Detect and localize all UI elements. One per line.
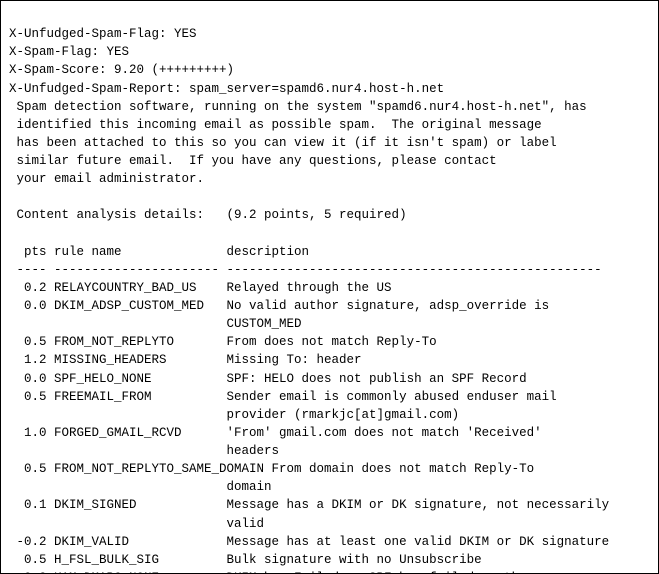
rule-row-cont: valid [9, 517, 264, 531]
rule-row: 0.5 FROM_NOT_REPLYTO_SAME_DOMAIN From do… [9, 462, 534, 476]
rule-row-cont: CUSTOM_MED [9, 317, 302, 331]
rule-row: -0.2 DKIM_VALID Message has at least one… [9, 535, 609, 549]
report-body-line: similar future email. If you have any qu… [9, 154, 497, 168]
rule-row: 0.5 FROM_NOT_REPLYTO From does not match… [9, 335, 437, 349]
header-spam-score: X-Spam-Score: 9.20 (+++++++++) [9, 63, 234, 77]
rule-row: 0.2 RELAYCOUNTRY_BAD_US Relayed through … [9, 281, 392, 295]
rule-row: 0.5 FREEMAIL_FROM Sender email is common… [9, 390, 557, 404]
column-header: pts rule name description [9, 245, 309, 259]
header-unfudged-spam-flag: X-Unfudged-Spam-Flag: YES [9, 27, 197, 41]
report-body-line: identified this incoming email as possib… [9, 118, 542, 132]
rule-row: 0.0 SPF_HELO_NONE SPF: HELO does not pub… [9, 372, 527, 386]
rule-row: 0.1 DKIM_SIGNED Message has a DKIM or DK… [9, 498, 609, 512]
email-headers-page: X-Unfudged-Spam-Flag: YES X-Spam-Flag: Y… [0, 0, 659, 574]
column-rule: ---- ---------------------- ------------… [9, 263, 602, 277]
header-spam-flag: X-Spam-Flag: YES [9, 45, 129, 59]
report-body-line: your email administrator. [9, 172, 204, 186]
analysis-header: Content analysis details: (9.2 points, 5… [9, 208, 407, 222]
rule-row-cont: provider (rmarkjc[at]gmail.com) [9, 408, 459, 422]
rule-row-cont: domain [9, 480, 272, 494]
rule-row: 0.5 H_FSL_BULK_SIG Bulk signature with n… [9, 553, 482, 567]
rule-row-cont: headers [9, 444, 279, 458]
rule-row: 0.0 DKIM_ADSP_CUSTOM_MED No valid author… [9, 299, 549, 313]
rule-row: 1.0 FORGED_GMAIL_RCVD 'From' gmail.com d… [9, 426, 542, 440]
header-report: X-Unfudged-Spam-Report: spam_server=spam… [9, 82, 444, 96]
report-body-line: Spam detection software, running on the … [9, 100, 587, 114]
rule-row: 1.2 MISSING_HEADERS Missing To: header [9, 353, 362, 367]
report-body-line: has been attached to this so you can vie… [9, 136, 557, 150]
